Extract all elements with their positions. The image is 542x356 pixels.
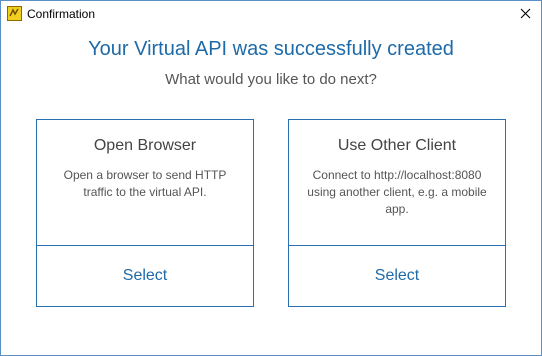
close-button[interactable] <box>509 1 541 28</box>
window-title: Confirmation <box>27 7 96 21</box>
use-other-client-card: Use Other Client Connect to http://local… <box>288 119 506 307</box>
card-description: Connect to http://localhost:8080 using a… <box>307 168 487 216</box>
card-description: Open a browser to send HTTP traffic to t… <box>63 168 227 199</box>
use-other-client-select-button[interactable]: Select <box>289 246 505 306</box>
close-icon <box>520 6 531 24</box>
page-title: Your Virtual API was successfully create… <box>88 38 454 60</box>
open-browser-card: Open Browser Open a browser to send HTTP… <box>36 119 254 307</box>
open-browser-select-button[interactable]: Select <box>37 246 253 306</box>
confirmation-window: Confirmation Your Virtual API was succes… <box>0 0 542 356</box>
card-content: Use Other Client Connect to http://local… <box>289 120 505 246</box>
page-subtitle: What would you like to do next? <box>165 71 377 88</box>
card-title: Open Browser <box>93 137 197 154</box>
card-content: Open Browser Open a browser to send HTTP… <box>37 120 253 246</box>
app-logo-icon <box>7 6 22 21</box>
card-title: Use Other Client <box>337 137 457 154</box>
title-bar: Confirmation <box>1 1 541 28</box>
